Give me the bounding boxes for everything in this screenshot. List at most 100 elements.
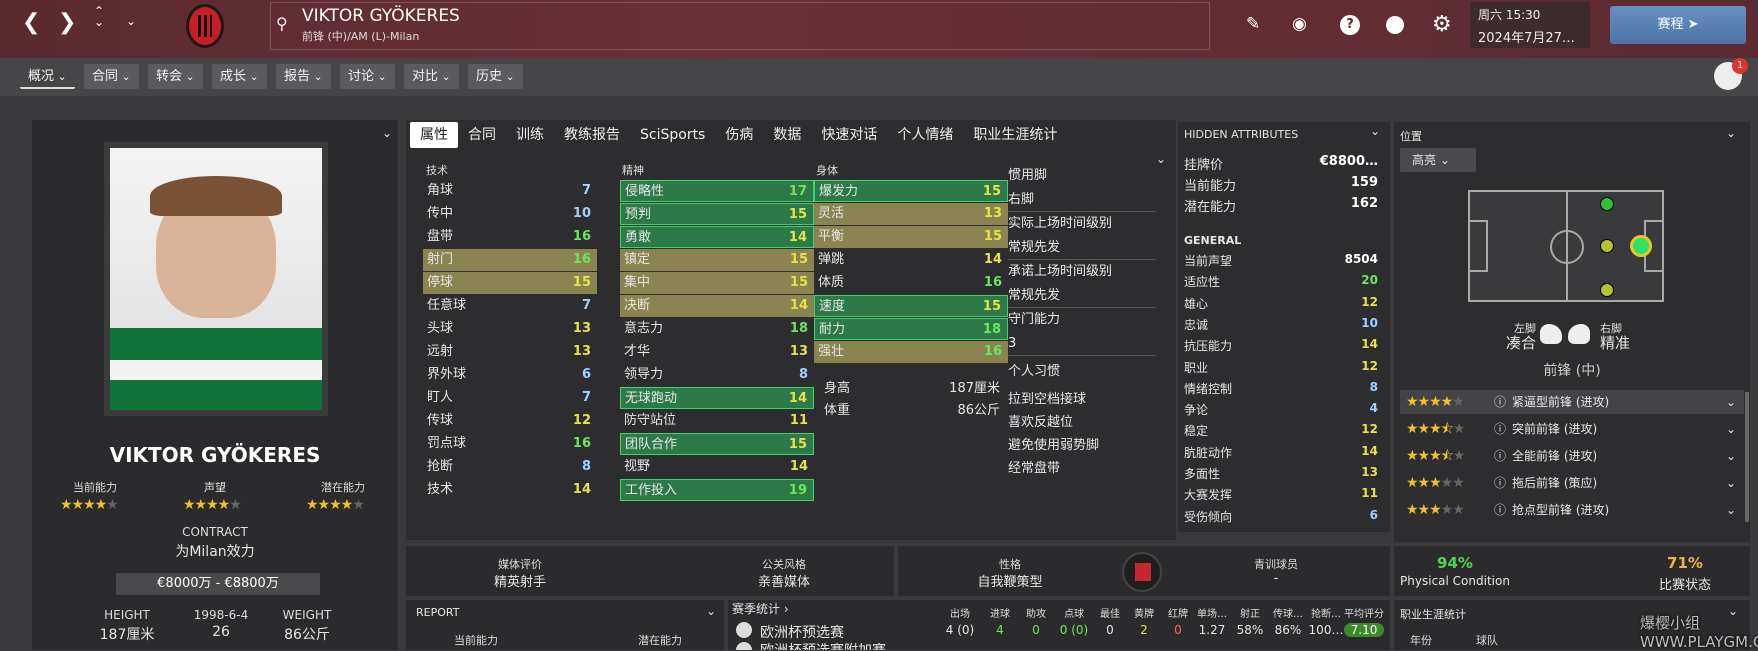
role-row[interactable]: ★★★⯪★ ⓘ 全能前锋 (进攻) ⌄	[1400, 444, 1744, 468]
habit-item[interactable]: 避免使用弱势脚	[1008, 434, 1156, 457]
attribute-row[interactable]: 停球 15	[423, 272, 597, 294]
general-name: 职业	[1184, 360, 1209, 375]
tab-8[interactable]: 个人情绪	[887, 122, 963, 148]
chevron-down-icon[interactable]: ⌄	[1726, 417, 1736, 441]
role-row[interactable]: ★★★★★ ⓘ 抢点型前锋 (进攻) ⌄	[1400, 498, 1744, 522]
attribute-row[interactable]: 爆发力 15	[814, 180, 1008, 202]
menu-7[interactable]: 历史 ⌄	[468, 64, 523, 89]
role-row[interactable]: ★★★★★ ⓘ 拖后前锋 (策应) ⌄	[1400, 471, 1744, 495]
gear-icon[interactable]: ⚙	[1432, 12, 1452, 37]
tab-7[interactable]: 快速对话	[811, 122, 887, 148]
attribute-row[interactable]: 视野 14	[620, 456, 814, 478]
position-highlight-dropdown[interactable]: 高亮 ⌄	[1400, 148, 1476, 172]
info-icon[interactable]: ⓘ	[1494, 444, 1506, 468]
status-icon[interactable]	[1386, 16, 1404, 34]
attribute-row[interactable]: 远射 13	[423, 341, 597, 363]
profile-menu-chevron-icon[interactable]: ⌄	[382, 126, 392, 140]
attribute-row[interactable]: 才华 13	[620, 341, 814, 363]
info-icon[interactable]: ⓘ	[1494, 498, 1506, 522]
attribute-row[interactable]: 强壮 16	[814, 341, 1008, 363]
tab-4[interactable]: SciSports	[630, 122, 715, 148]
habit-item[interactable]: 喜欢反越位	[1008, 411, 1156, 434]
attribute-row[interactable]: 盘带 16	[423, 226, 597, 248]
general-value: 8504	[1344, 252, 1378, 266]
tab-3[interactable]: 教练报告	[554, 122, 630, 148]
back-icon[interactable]: ❮	[22, 10, 40, 35]
attributes-menu-chevron-icon[interactable]: ⌄	[1156, 152, 1166, 166]
tab-6[interactable]: 数据	[763, 122, 811, 148]
info-icon[interactable]: ⓘ	[1494, 390, 1506, 414]
menu-5[interactable]: 讨论 ⌄	[340, 64, 395, 89]
attribute-row[interactable]: 罚点球 16	[423, 433, 597, 455]
attribute-row[interactable]: 领导力 8	[620, 364, 814, 386]
menu-4[interactable]: 报告 ⌄	[276, 64, 331, 89]
attribute-row[interactable]: 侵略性 17	[620, 180, 814, 202]
attribute-row[interactable]: 射门 16	[423, 249, 597, 271]
up-down-icon[interactable]: ⌃ ⌄	[94, 5, 104, 28]
attribute-row[interactable]: 体质 16	[814, 272, 1008, 294]
tab-2[interactable]: 训练	[506, 122, 554, 148]
chevron-down-icon[interactable]: ⌄	[1726, 471, 1736, 495]
tab-9[interactable]: 职业生涯统计	[963, 122, 1067, 148]
attribute-row[interactable]: 角球 7	[423, 180, 597, 202]
attribute-row[interactable]: 传球 12	[423, 410, 597, 432]
menu-1[interactable]: 合同 ⌄	[84, 64, 139, 89]
attribute-row[interactable]: 耐力 18	[814, 318, 1008, 340]
search-icon[interactable]: ⚲	[276, 14, 288, 33]
attribute-row[interactable]: 团队合作 15	[620, 433, 814, 455]
attribute-row[interactable]: 灵活 13	[814, 203, 1008, 225]
info-icon[interactable]: ⓘ	[1494, 471, 1506, 495]
chevron-down-icon[interactable]: ⌄	[1726, 444, 1736, 468]
tab-5[interactable]: 伤病	[715, 122, 763, 148]
attribute-row[interactable]: 界外球 6	[423, 364, 597, 386]
edit-icon[interactable]: ✎	[1246, 14, 1260, 34]
globe-icon[interactable]: ◉	[1292, 14, 1307, 34]
attribute-row[interactable]: 传中 10	[423, 203, 597, 225]
attribute-row[interactable]: 盯人 7	[423, 387, 597, 409]
stats-competition-name[interactable]: 欧洲杯预选赛	[760, 622, 844, 642]
season-stats-title[interactable]: 赛季统计 ›	[732, 600, 789, 617]
attribute-row[interactable]: 弹跳 14	[814, 249, 1008, 271]
menu-0[interactable]: 概况 ⌄	[20, 64, 75, 89]
chevron-down-icon[interactable]: ⌄	[126, 14, 136, 28]
age: 26	[212, 624, 230, 640]
attribute-row[interactable]: 预判 15	[620, 203, 814, 225]
attribute-row[interactable]: 技术 14	[423, 479, 597, 501]
position-menu-chevron-icon[interactable]: ⌄	[1726, 126, 1736, 140]
menu-3[interactable]: 成长 ⌄	[212, 64, 267, 89]
attribute-row[interactable]: 平衡 15	[814, 226, 1008, 248]
role-row[interactable]: ★★★⯪★ ⓘ 突前前锋 (进攻) ⌄	[1400, 417, 1744, 441]
attribute-value: 13	[572, 344, 591, 359]
tab-1[interactable]: 合同	[458, 122, 506, 148]
attribute-row[interactable]: 勇敢 14	[620, 226, 814, 248]
stats-competition-name-2[interactable]: 欧洲杯预选赛附加赛	[760, 640, 886, 650]
chevron-down-icon[interactable]: ⌄	[1726, 390, 1736, 414]
help-icon[interactable]: ?	[1340, 15, 1360, 35]
attribute-row[interactable]: 任意球 7	[423, 295, 597, 317]
date-box[interactable]: 周六 15:30 2024年7月27…	[1470, 2, 1590, 48]
forward-icon[interactable]: ❯	[58, 10, 76, 35]
attribute-row[interactable]: 决断 14	[620, 295, 814, 317]
report-menu-chevron-icon[interactable]: ⌄	[706, 604, 716, 618]
info-icon[interactable]: ⓘ	[1494, 417, 1506, 441]
attribute-row[interactable]: 镇定 15	[620, 249, 814, 271]
chevron-down-icon[interactable]: ⌄	[1726, 498, 1736, 522]
attribute-row[interactable]: 意志力 18	[620, 318, 814, 340]
habit-item[interactable]: 经常盘带	[1008, 457, 1156, 480]
menu-2[interactable]: 转会 ⌄	[148, 64, 203, 89]
club-badge[interactable]	[186, 4, 224, 48]
attribute-row[interactable]: 头球 13	[423, 318, 597, 340]
attribute-row[interactable]: 防守站位 11	[620, 410, 814, 432]
habit-item[interactable]: 拉到空档接球	[1008, 388, 1156, 411]
role-row[interactable]: ★★★★★ ⓘ 紧逼型前锋 (进攻) ⌄	[1400, 390, 1744, 414]
tab-0[interactable]: 属性	[410, 122, 458, 148]
roles-scrollbar[interactable]	[1745, 392, 1749, 522]
continue-button[interactable]: 赛程 ➤	[1610, 6, 1746, 44]
hidden-menu-chevron-icon[interactable]: ⌄	[1370, 124, 1380, 138]
attribute-row[interactable]: 速度 15	[814, 295, 1008, 317]
attribute-row[interactable]: 无球跑动 14	[620, 387, 814, 409]
attribute-row[interactable]: 集中 15	[620, 272, 814, 294]
attribute-row[interactable]: 工作投入 19	[620, 479, 814, 501]
attribute-row[interactable]: 抢断 8	[423, 456, 597, 478]
menu-6[interactable]: 对比 ⌄	[404, 64, 459, 89]
